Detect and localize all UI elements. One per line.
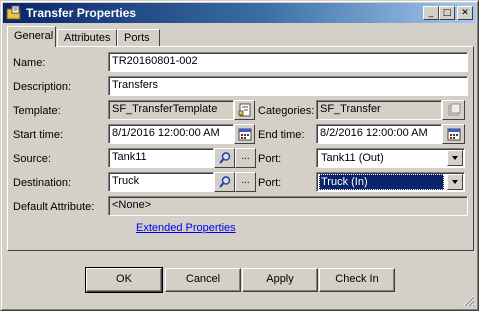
tab-ports[interactable]: Ports: [117, 29, 160, 47]
destination-field[interactable]: Truck: [108, 172, 214, 192]
description-field[interactable]: Transfers: [108, 76, 468, 96]
start-time-field[interactable]: 8/1/2016 12:00:00 AM: [108, 124, 234, 144]
search-icon: [218, 176, 230, 188]
resize-grip-icon[interactable]: [463, 295, 475, 307]
source-port-dropdown[interactable]: Tank11 (Out): [316, 148, 465, 168]
source-field[interactable]: Tank11: [108, 148, 214, 168]
categories-button[interactable]: [442, 100, 465, 120]
chevron-down-icon[interactable]: [447, 174, 463, 190]
search-icon: [218, 152, 230, 164]
destination-port-value: Truck (In): [319, 174, 444, 190]
end-time-field[interactable]: 8/2/2016 12:00:00 AM: [316, 124, 442, 144]
title-bar[interactable]: Transfer Properties _ □ ✕: [3, 3, 476, 23]
end-time-label: End time:: [258, 129, 305, 141]
chevron-down-icon[interactable]: [447, 150, 463, 166]
categories-label: Categories:: [258, 105, 315, 117]
template-edit-icon: [238, 103, 250, 117]
destination-label: Destination:: [13, 177, 72, 189]
template-field: SF_TransferTemplate: [108, 100, 234, 120]
destination-port-dropdown[interactable]: Truck (In): [316, 172, 465, 192]
calendar-icon: [238, 128, 251, 141]
tab-general[interactable]: General: [7, 26, 56, 47]
destination-port-label: Port:: [258, 177, 282, 189]
ok-button[interactable]: OK: [85, 267, 163, 293]
transfer-properties-window: Transfer Properties _ □ ✕ General Attrib…: [0, 0, 479, 311]
destination-browse-button[interactable]: ...: [235, 172, 256, 192]
maximize-button[interactable]: □: [439, 6, 455, 20]
source-search-button[interactable]: [214, 148, 235, 168]
folder-properties-icon: [6, 5, 22, 21]
cancel-button[interactable]: Cancel: [165, 268, 241, 292]
start-time-calendar-button[interactable]: [234, 124, 255, 144]
source-port-label: Port:: [258, 153, 282, 165]
end-time-calendar-button[interactable]: [442, 124, 465, 144]
template-label: Template:: [13, 105, 61, 117]
template-properties-button[interactable]: [234, 100, 255, 120]
extended-properties-link[interactable]: Extended Properties: [136, 222, 236, 234]
categories-field: SF_Transfer: [316, 100, 442, 120]
name-field[interactable]: TR20160801-002: [108, 52, 468, 72]
check-in-button[interactable]: Check In: [319, 268, 395, 292]
destination-search-button[interactable]: [214, 172, 235, 192]
tab-attributes[interactable]: Attributes: [57, 29, 117, 47]
default-attribute-label: Default Attribute:: [13, 201, 95, 213]
default-attribute-field: <None>: [108, 196, 468, 216]
source-label: Source:: [13, 153, 51, 165]
close-button[interactable]: ✕: [457, 6, 473, 20]
description-label: Description:: [13, 81, 72, 93]
source-browse-button[interactable]: ...: [235, 148, 256, 168]
apply-button[interactable]: Apply: [242, 268, 318, 292]
window-title: Transfer Properties: [26, 6, 137, 20]
calendar-icon: [447, 128, 460, 141]
minimize-button[interactable]: _: [423, 6, 439, 20]
categories-icon: [448, 103, 460, 116]
start-time-label: Start time:: [13, 129, 64, 141]
source-port-value: Tank11 (Out): [321, 152, 384, 164]
name-label: Name:: [13, 57, 46, 69]
